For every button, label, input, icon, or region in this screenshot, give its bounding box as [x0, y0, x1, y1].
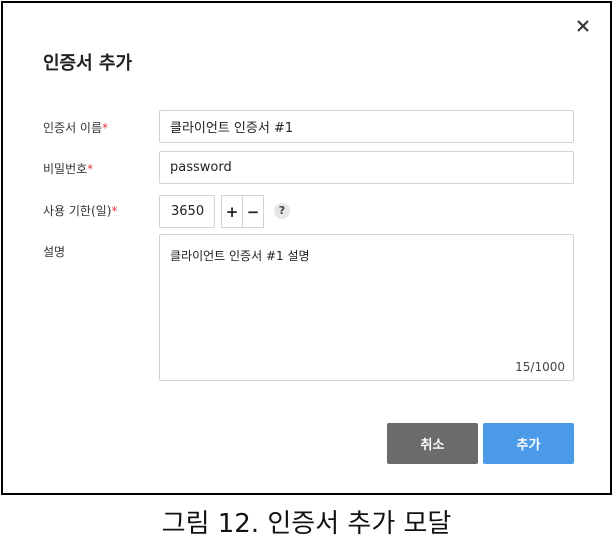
- description-label: 설명: [43, 245, 66, 259]
- required-mark: *: [87, 162, 94, 176]
- description-textarea[interactable]: 클라이언트 인증서 #1 설명: [159, 234, 574, 381]
- add-certificate-modal: 인증서 추가 인증서 이름* 비밀번호* 사용 기한(일)* + − ? 설명 …: [1, 1, 612, 495]
- minus-icon: −: [246, 202, 260, 221]
- modal-title: 인증서 추가: [43, 53, 133, 74]
- character-counter: 15/1000: [515, 360, 565, 374]
- validity-label-text: 사용 기한(일): [43, 204, 112, 218]
- password-label-text: 비밀번호: [43, 162, 88, 176]
- figure-caption: 그림 12. 인증서 추가 모달: [161, 509, 452, 539]
- decrement-button[interactable]: −: [242, 195, 264, 228]
- increment-button[interactable]: +: [221, 195, 243, 228]
- name-label: 인증서 이름*: [43, 119, 108, 136]
- cancel-button[interactable]: 취소: [387, 423, 478, 464]
- add-button[interactable]: 추가: [483, 423, 574, 464]
- required-mark: *: [102, 121, 109, 135]
- close-icon[interactable]: [572, 15, 594, 37]
- certificate-name-input[interactable]: [159, 110, 574, 143]
- validity-days-input[interactable]: [159, 195, 215, 228]
- help-icon[interactable]: ?: [274, 203, 290, 219]
- password-label: 비밀번호*: [43, 160, 93, 177]
- password-input[interactable]: [159, 151, 574, 184]
- name-label-text: 인증서 이름: [43, 121, 103, 135]
- validity-label: 사용 기한(일)*: [43, 202, 117, 219]
- plus-icon: +: [225, 202, 239, 221]
- required-mark: *: [111, 204, 118, 218]
